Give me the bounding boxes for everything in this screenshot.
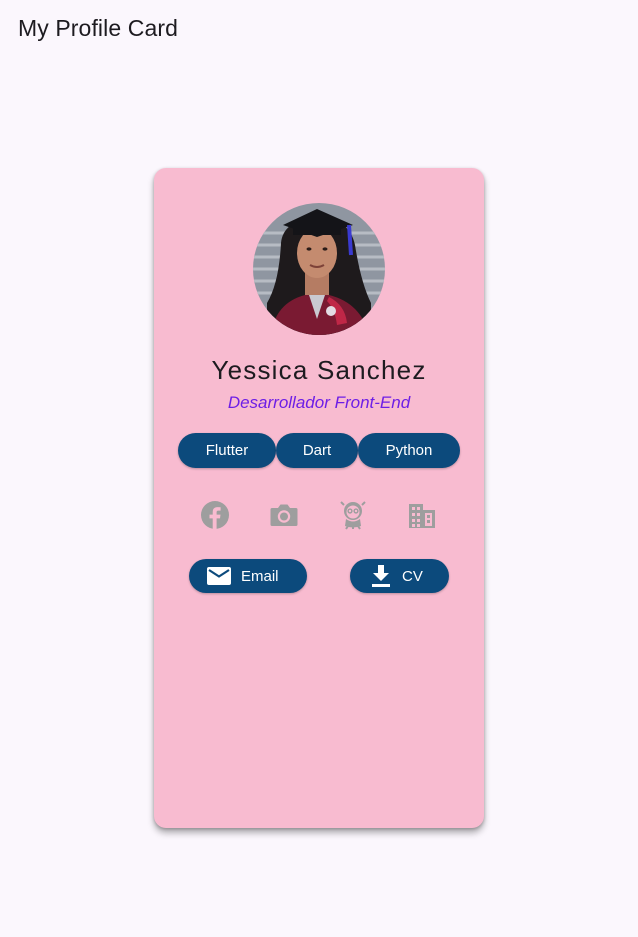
profile-photo xyxy=(253,203,385,335)
app-bar: My Profile Card xyxy=(0,0,638,60)
camera-icon[interactable] xyxy=(269,500,299,530)
mail-icon xyxy=(206,563,232,589)
skill-chip-python[interactable]: Python xyxy=(358,433,460,468)
facebook-icon[interactable] xyxy=(200,500,230,530)
email-button[interactable]: Email xyxy=(189,559,307,593)
download-cv-button[interactable]: CV xyxy=(350,559,449,593)
download-icon xyxy=(368,563,394,589)
building-icon[interactable] xyxy=(407,500,437,530)
cv-button-label: CV xyxy=(402,567,423,585)
github-octocat-icon[interactable] xyxy=(338,500,368,530)
profile-name: Yessica Sanchez xyxy=(211,355,427,385)
profile-card: Yessica Sanchez Desarrollador Front-End … xyxy=(154,168,484,828)
skill-chip-dart[interactable]: Dart xyxy=(276,433,358,468)
avatar xyxy=(253,203,385,335)
email-button-label: Email xyxy=(241,567,279,585)
profile-role: Desarrollador Front-End xyxy=(227,393,411,412)
app-title: My Profile Card xyxy=(18,15,178,41)
skill-chip-flutter[interactable]: Flutter xyxy=(178,433,276,468)
